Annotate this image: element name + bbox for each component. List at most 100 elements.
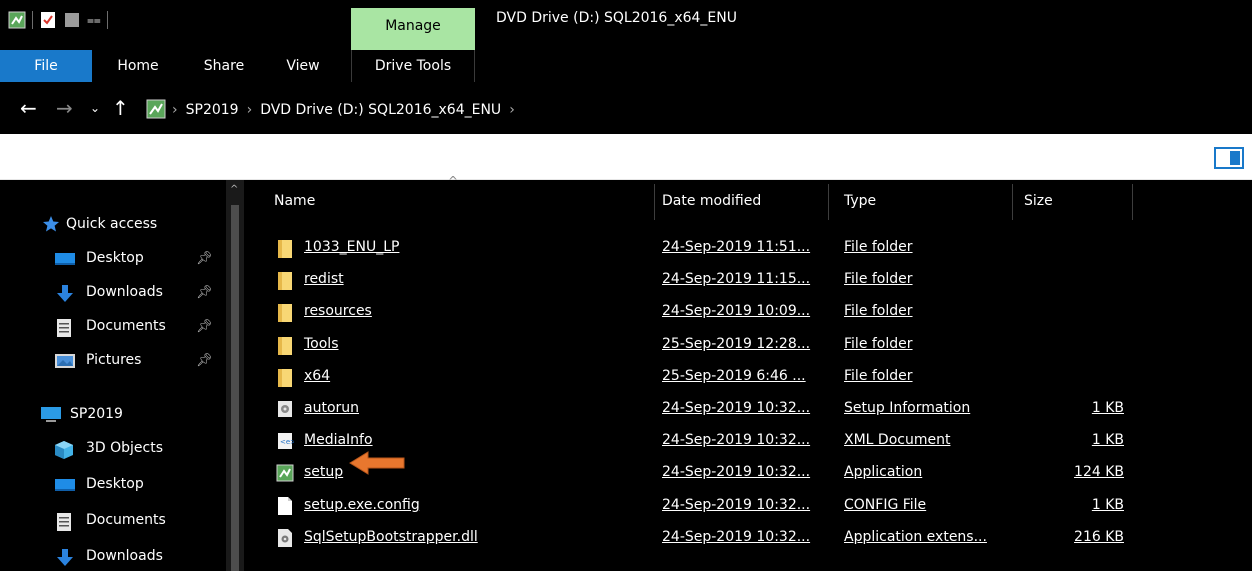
nav-item-label: Desktop	[86, 250, 144, 266]
nav-item-quick-access[interactable]: Quick access	[0, 210, 226, 240]
nav-item-downloads[interactable]: Downloads 📌︎	[0, 278, 226, 308]
file-type: Application	[844, 464, 923, 481]
file-date-modified: 24-Sep-2019 10:09...	[662, 303, 811, 320]
pin-icon[interactable]: 📌︎	[196, 285, 213, 300]
nav-item-3d-objects[interactable]: 3D Objects	[0, 434, 226, 464]
file-name[interactable]: MediaInfo	[304, 432, 373, 448]
nav-item-label: Documents	[86, 512, 166, 528]
table-row[interactable]: setup 24-Sep-2019 10:32... Application 124 …	[262, 457, 1252, 489]
file-size: 1 KB	[1091, 432, 1124, 449]
file-date-modified: 24-Sep-2019 11:51...	[662, 239, 811, 255]
file-type: XML Document	[844, 432, 951, 449]
chevron-right-icon[interactable]: ›	[172, 102, 178, 118]
recent-locations-chevron-icon[interactable]: ⌄	[90, 94, 100, 122]
file-name[interactable]: resources	[304, 303, 372, 319]
toolbar-divider	[106, 11, 108, 29]
desktop-icon	[54, 250, 75, 268]
nav-item-downloads-2[interactable]: Downloads	[0, 542, 226, 571]
nav-item-sp2019[interactable]: SP2019	[0, 400, 226, 430]
properties-icon[interactable]	[39, 11, 57, 29]
scroll-up-icon[interactable]: ^	[230, 184, 238, 195]
folder-icon	[276, 238, 294, 258]
folder-icon	[276, 270, 294, 291]
nav-item-documents-2[interactable]: Documents	[0, 506, 226, 536]
window-title: DVD Drive (D:) SQL2016_x64_ENU	[496, 10, 737, 26]
tab-home[interactable]: Home	[108, 50, 168, 82]
nav-item-desktop-2[interactable]: Desktop	[0, 470, 226, 500]
scrollbar-thumb[interactable]	[231, 205, 239, 571]
tab-drive-tools[interactable]: Drive Tools	[351, 50, 475, 82]
table-row[interactable]: SqlSetupBootstrapper.dll 24-Sep-2019 10:3…	[262, 522, 1252, 554]
file-name[interactable]: redist	[304, 271, 344, 287]
chevron-right-icon[interactable]: ›	[509, 102, 515, 118]
nav-item-label: SP2019	[70, 406, 123, 422]
column-header-date[interactable]: Date modified	[662, 180, 822, 222]
column-divider[interactable]	[828, 184, 829, 220]
table-row[interactable]: setup.exe.config 24-Sep-2019 10:32... CONF…	[262, 490, 1252, 522]
download-icon	[56, 284, 76, 302]
documents-icon	[56, 512, 76, 531]
manage-context-tab: Manage	[351, 8, 475, 50]
pin-icon[interactable]: 📌︎	[196, 251, 213, 266]
file-date-modified: 24-Sep-2019 11:15...	[662, 271, 811, 288]
breadcrumb: › SP2019 › DVD Drive (D:) SQL2016_x64_EN…	[172, 97, 515, 123]
table-row[interactable]: redist 24-Sep-2019 11:15... File folder	[262, 264, 1252, 296]
file-name[interactable]: setup.exe.config	[304, 497, 420, 513]
file-type: File folder	[844, 335, 913, 352]
file-size: 216 KB	[1074, 528, 1124, 545]
nav-scrollbar[interactable]: ^	[226, 180, 244, 571]
file-name[interactable]: SqlSetupBootstrapper.dll	[304, 529, 478, 545]
table-row[interactable]: resources 24-Sep-2019 10:09... File folder	[262, 296, 1252, 328]
tab-file[interactable]: File	[0, 50, 92, 82]
table-row[interactable]: Tools 25-Sep-2019 12:28... File folder	[262, 329, 1252, 361]
file-name[interactable]: autorun	[304, 400, 359, 416]
file-type: CONFIG File	[844, 496, 927, 513]
table-row[interactable]: x64 25-Sep-2019 6:46 ... File folder	[262, 361, 1252, 393]
file-type: Application extens...	[844, 528, 987, 545]
computer-icon	[40, 406, 61, 424]
nav-item-documents[interactable]: Documents 📌︎	[0, 312, 226, 342]
nav-item-label: Downloads	[86, 548, 163, 564]
column-header-size[interactable]: Size	[1024, 180, 1134, 222]
new-folder-icon[interactable]	[63, 11, 81, 29]
chevron-right-icon[interactable]: ›	[247, 102, 253, 118]
breadcrumb-dvd-drive[interactable]: DVD Drive (D:) SQL2016_x64_ENU	[260, 102, 501, 118]
nav-item-pictures[interactable]: Pictures 📌︎	[0, 346, 226, 376]
drive-icon	[146, 99, 166, 119]
tab-share[interactable]: Share	[194, 50, 254, 82]
nav-item-desktop[interactable]: Desktop 📌︎	[0, 244, 226, 274]
file-icon	[276, 496, 294, 516]
column-divider[interactable]	[654, 184, 655, 220]
file-name[interactable]: 1033_ENU_LP	[304, 239, 399, 255]
table-row[interactable]: <e> MediaInfo 24-Sep-2019 10:32... XML Docu…	[262, 425, 1252, 457]
file-size: 124 KB	[1074, 464, 1124, 481]
file-name[interactable]: setup	[304, 464, 343, 480]
customize-toolbar-icon[interactable]: ⩵	[87, 13, 101, 28]
column-divider[interactable]	[1012, 184, 1013, 220]
pin-icon[interactable]: 📌︎	[196, 319, 213, 334]
back-arrow-icon[interactable]: ←	[20, 94, 37, 122]
column-header-type[interactable]: Type	[844, 180, 1004, 222]
up-arrow-icon[interactable]: ↑	[112, 94, 129, 122]
documents-icon	[56, 318, 76, 337]
nav-item-label: Documents	[86, 318, 166, 334]
breadcrumb-sp2019[interactable]: SP2019	[186, 102, 239, 118]
preview-pane-icon[interactable]	[1214, 147, 1244, 169]
column-divider[interactable]	[1132, 184, 1133, 220]
table-row[interactable]: 1033_ENU_LP 24-Sep-2019 11:51... File fold…	[262, 232, 1252, 264]
file-name[interactable]: Tools	[304, 336, 339, 352]
file-date-modified: 25-Sep-2019 12:28...	[662, 335, 811, 352]
file-date-modified: 24-Sep-2019 10:32...	[662, 400, 811, 416]
app-icon[interactable]	[8, 11, 26, 29]
tab-view[interactable]: View	[278, 50, 328, 82]
file-date-modified: 24-Sep-2019 10:32...	[662, 464, 811, 481]
column-header-name[interactable]: Name	[274, 180, 654, 222]
pin-icon[interactable]: 📌︎	[196, 353, 213, 368]
forward-arrow-icon[interactable]: →	[56, 94, 73, 122]
ribbon-tabs: File Home Share View Drive Tools	[0, 50, 1252, 82]
address-bar: ← → ⌄ ↑ › SP2019 › DVD Drive (D:) SQL201…	[0, 82, 1252, 134]
nav-item-label: Desktop	[86, 476, 144, 492]
file-name[interactable]: x64	[304, 368, 330, 384]
setup-info-icon	[276, 399, 294, 419]
table-row[interactable]: autorun 24-Sep-2019 10:32... Setup Informa…	[262, 393, 1252, 425]
